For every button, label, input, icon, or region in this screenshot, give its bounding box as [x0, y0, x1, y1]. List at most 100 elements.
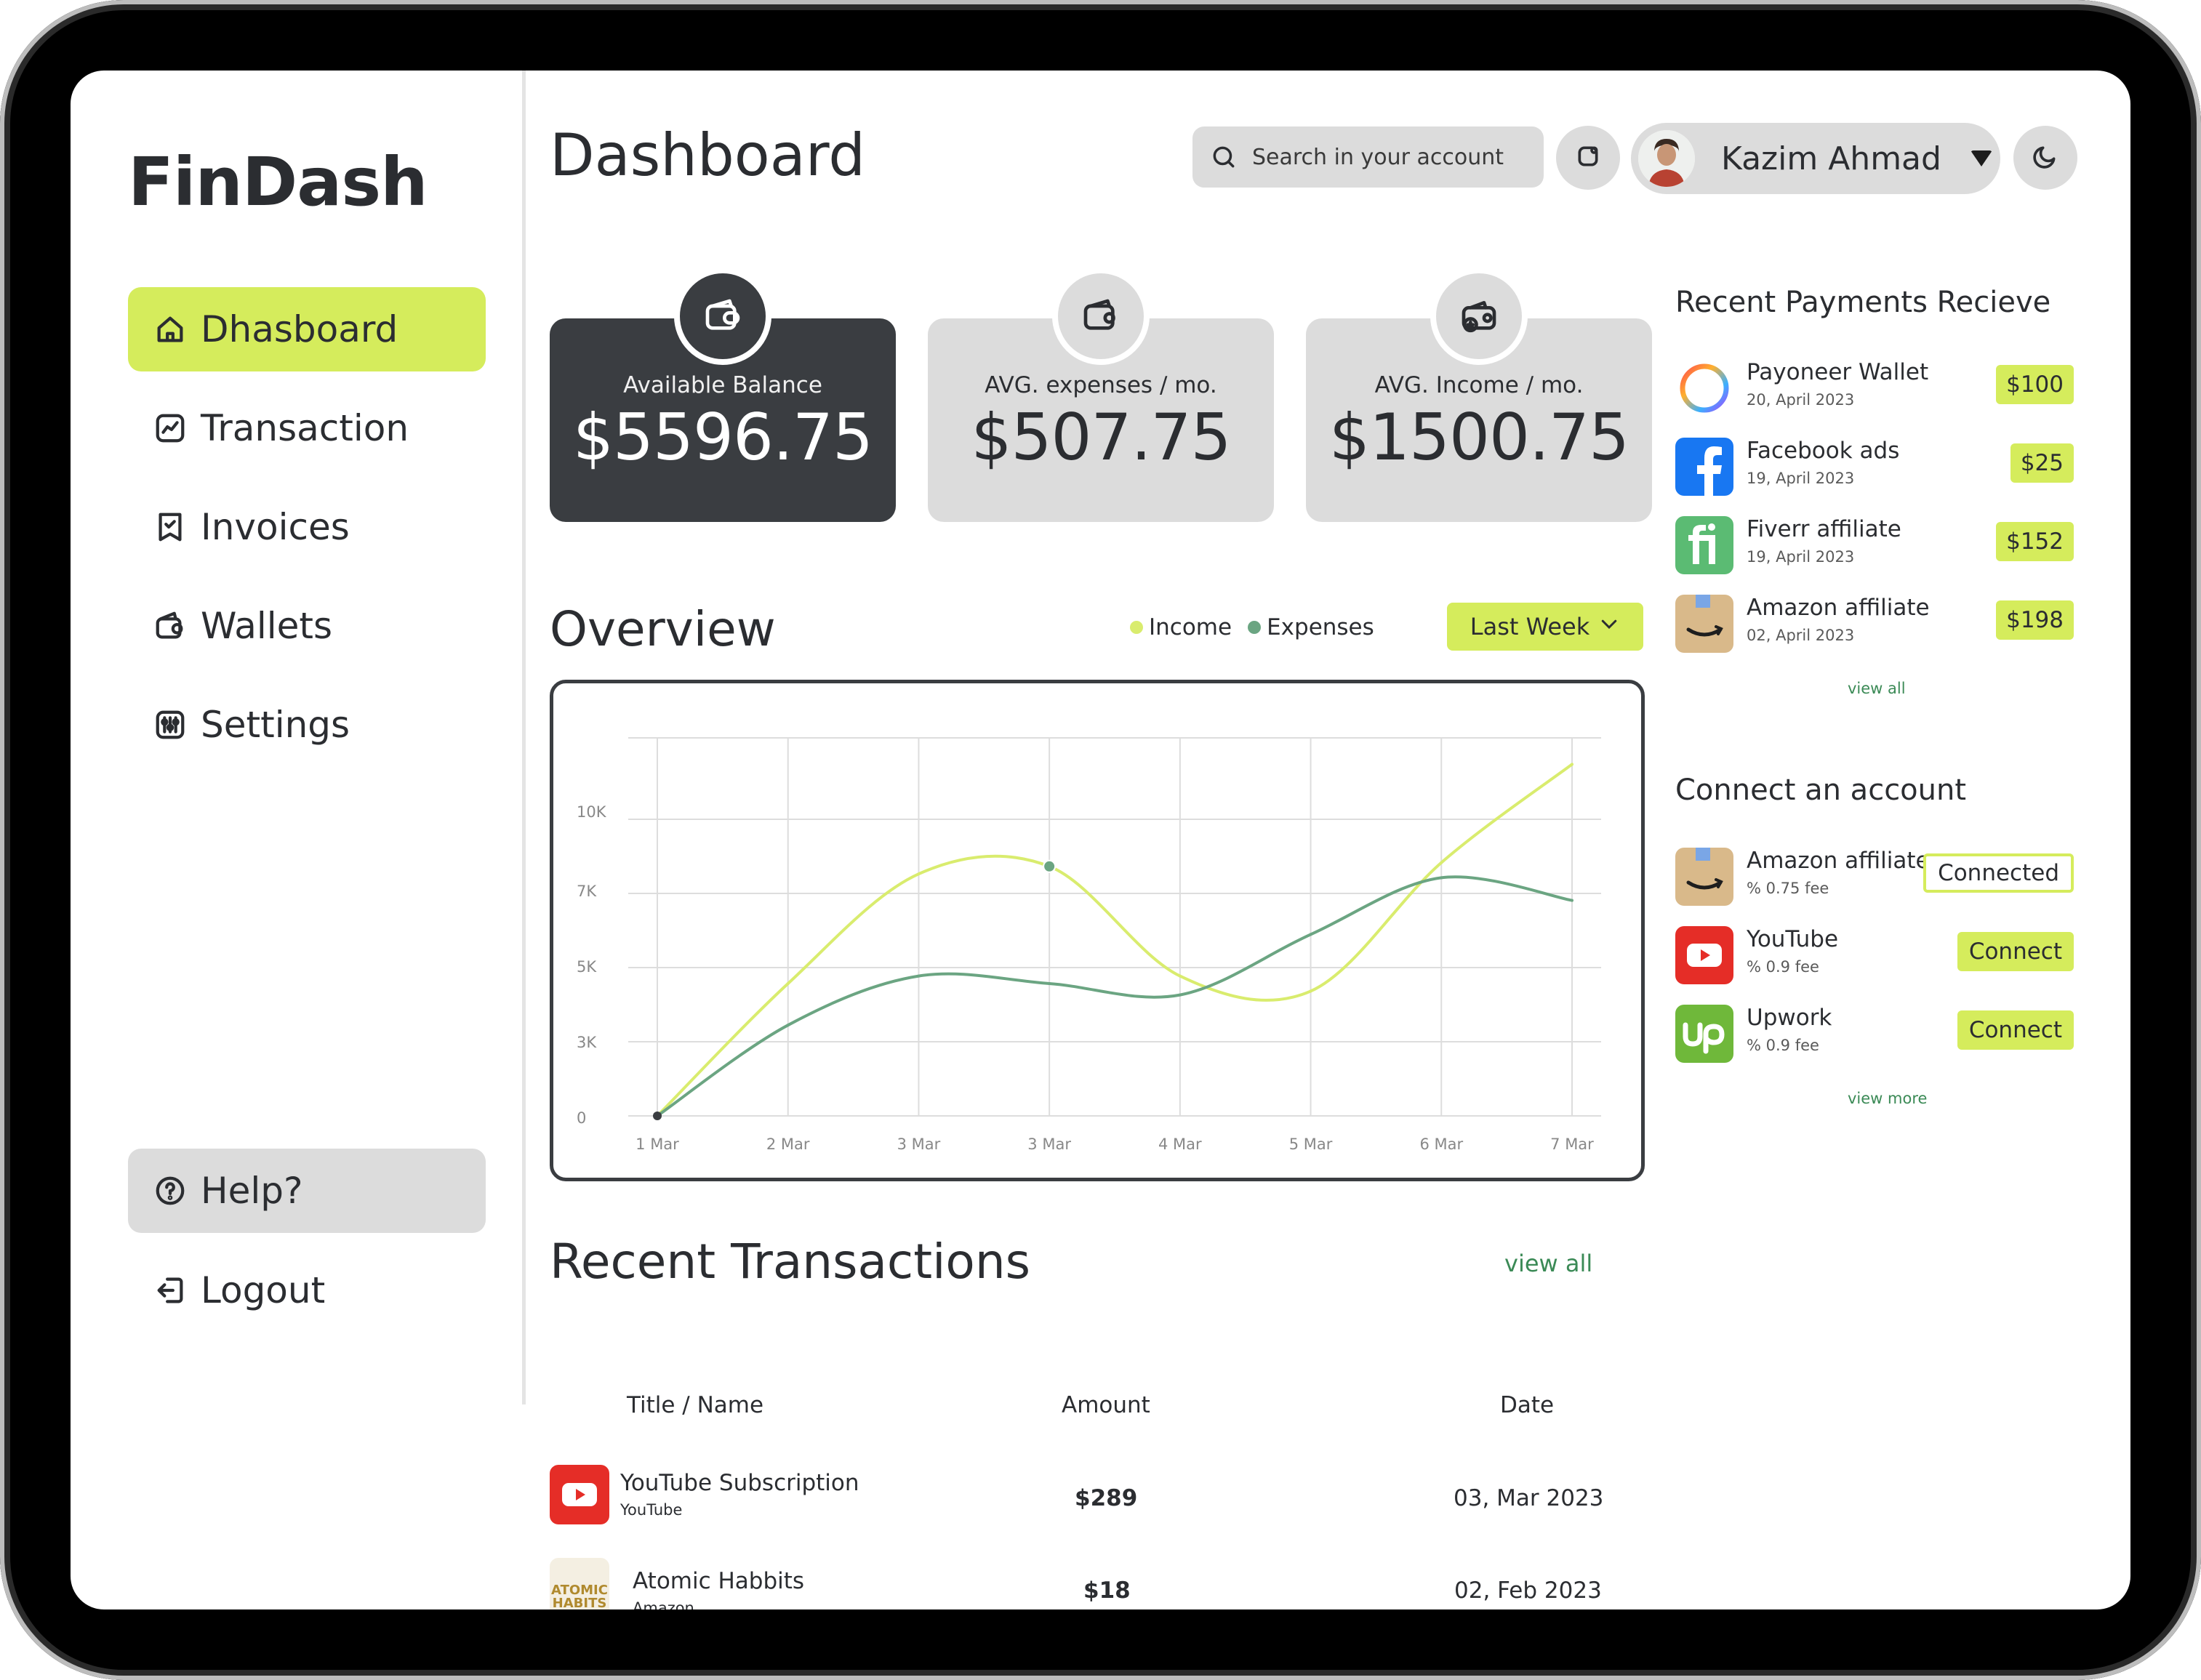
- column-header-date: Date: [1500, 1392, 1555, 1418]
- payment-row[interactable]: Fiverr affiliate 19, April 2023 $152: [1675, 513, 2074, 576]
- fiverr-icon: [1675, 516, 1733, 574]
- payment-row[interactable]: Facebook ads 19, April 2023 $25: [1675, 435, 2074, 497]
- connect-name: Amazon affiliate: [1747, 848, 1930, 874]
- payments-view-all-link[interactable]: view all: [1848, 680, 1906, 697]
- search-placeholder: Search in your account: [1252, 144, 1504, 170]
- payment-row[interactable]: Amazon affiliate 02, April 2023 $198: [1675, 592, 2074, 654]
- column-header-title: Title / Name: [627, 1392, 764, 1418]
- sidebar-item-transaction[interactable]: Transaction: [128, 386, 486, 470]
- x-tick-label: 6 Mar: [1419, 1136, 1463, 1153]
- recent-payments-title: Recent Payments Recieve: [1675, 286, 2051, 319]
- help-button[interactable]: Help?: [128, 1149, 486, 1233]
- data-point-expenses: [1571, 899, 1573, 902]
- stat-label: AVG. Income / mo.: [1374, 372, 1584, 398]
- chevron-down-icon: [1598, 613, 1620, 640]
- transaction-date: 02, Feb 2023: [1454, 1577, 1602, 1604]
- connected-button[interactable]: Connected: [1923, 853, 2074, 893]
- app-screen: FinDash Dhasboard Transaction Invoices W…: [71, 71, 2130, 1609]
- wallet-icon: [148, 604, 192, 648]
- payment-name: Amazon affiliate: [1747, 595, 1930, 621]
- transaction-name: Atomic Habbits: [633, 1568, 805, 1594]
- help-label: Help?: [201, 1170, 303, 1212]
- data-point-expenses: [917, 974, 921, 978]
- upwork-icon: [1675, 1005, 1733, 1063]
- chart-icon: [148, 406, 192, 450]
- sidebar-item-label: Wallets: [201, 605, 333, 647]
- stat-label: AVG. expenses / mo.: [985, 372, 1217, 398]
- avatar: [1638, 130, 1695, 187]
- logout-button[interactable]: Logout: [128, 1248, 486, 1333]
- book-cover-icon: ATOMIC HABITS: [550, 1558, 609, 1609]
- connect-button[interactable]: Connect: [1957, 932, 2074, 971]
- stat-card-expenses: AVG. expenses / mo. $507.75: [928, 268, 1274, 522]
- data-point-expenses: [1048, 982, 1051, 985]
- transaction-name: YouTube Subscription: [620, 1470, 859, 1496]
- connect-fee: % 0.9 fee: [1747, 958, 1819, 976]
- sidebar-item-label: Dhasboard: [201, 308, 398, 350]
- facebook-icon: [1675, 438, 1733, 496]
- transaction-source: YouTube: [620, 1501, 683, 1519]
- payment-row[interactable]: Payoneer Wallet 20, April 2023 $100: [1675, 356, 2074, 419]
- payment-amount: $198: [1996, 600, 2074, 640]
- connect-view-more-link[interactable]: view more: [1848, 1090, 1927, 1107]
- data-point-income: [1571, 763, 1573, 766]
- connect-button[interactable]: Connect: [1957, 1010, 2074, 1050]
- connect-fee: % 0.75 fee: [1747, 880, 1829, 897]
- payment-amount: $152: [1996, 522, 2074, 561]
- sidebar-item-settings[interactable]: Settings: [128, 683, 486, 767]
- sidebar-item-label: Invoices: [201, 506, 350, 548]
- tablet-frame: FinDash Dhasboard Transaction Invoices W…: [0, 0, 2201, 1680]
- search-icon: [1210, 141, 1242, 173]
- chevron-down-icon: [1970, 150, 1992, 166]
- sidebar-item-invoices[interactable]: Invoices: [128, 485, 486, 569]
- notification-button[interactable]: [1556, 126, 1620, 190]
- sidebar-item-wallets[interactable]: Wallets: [128, 584, 486, 668]
- theme-toggle-button[interactable]: [2013, 126, 2077, 190]
- payment-amount: $25: [2010, 443, 2074, 483]
- amazon-icon: [1675, 595, 1733, 653]
- connect-row: Upwork % 0.9 fee Connect: [1675, 1002, 2074, 1064]
- y-tick-label: 5K: [577, 958, 597, 976]
- sidebar-item-label: Transaction: [201, 407, 409, 449]
- x-tick-label: 3 Mar: [897, 1136, 941, 1153]
- transaction-date: 03, Mar 2023: [1454, 1485, 1604, 1511]
- y-tick-label: 0: [577, 1109, 586, 1127]
- moon-icon: [2031, 142, 2060, 174]
- x-tick-label: 2 Mar: [766, 1136, 810, 1153]
- wallet-add-icon: [1430, 268, 1528, 365]
- connect-name: Upwork: [1747, 1005, 1832, 1031]
- transactions-view-all-link[interactable]: view all: [1504, 1250, 1592, 1277]
- search-input[interactable]: Search in your account: [1192, 126, 1544, 188]
- connect-row: YouTube % 0.9 fee Connect: [1675, 923, 2074, 986]
- logout-label: Logout: [201, 1269, 326, 1311]
- overview-title: Overview: [550, 601, 776, 657]
- x-tick-label: 1 Mar: [636, 1136, 679, 1153]
- home-icon: [148, 308, 192, 351]
- payoneer-icon: [1675, 359, 1733, 417]
- connect-account-title: Connect an account: [1675, 773, 1967, 807]
- book-cover-text: ATOMIC HABITS: [551, 1583, 608, 1610]
- user-name: Kazim Ahmad: [1721, 140, 1941, 177]
- wallet-icon: [674, 268, 771, 365]
- legend-expenses: Expenses: [1267, 614, 1374, 640]
- data-point-expenses: [1309, 933, 1312, 936]
- range-label: Last Week: [1470, 613, 1590, 640]
- overview-chart: 0 3K 5K 7K 10K 1 Mar 2 Mar 3 Mar 3 Mar 4 Mar 5 Mar…: [550, 680, 1645, 1181]
- y-tick-label: 7K: [577, 883, 597, 900]
- data-point-income: [786, 982, 790, 985]
- sidebar-item-dashboard[interactable]: Dhasboard: [128, 287, 486, 371]
- x-tick-label: 7 Mar: [1550, 1136, 1594, 1153]
- data-point-income: [917, 872, 921, 876]
- data-point-income: [1309, 989, 1312, 993]
- invoice-icon: [148, 505, 192, 549]
- range-dropdown[interactable]: Last Week: [1447, 603, 1643, 651]
- series-line-income: [656, 763, 1573, 1117]
- user-menu[interactable]: Kazim Ahmad: [1631, 123, 2000, 194]
- sidebar-item-label: Settings: [201, 704, 350, 746]
- stat-card-income: AVG. Income / mo. $1500.75: [1306, 268, 1652, 522]
- data-point-income: [1178, 974, 1182, 978]
- data-point-expenses: [1440, 876, 1443, 880]
- payment-name: Payoneer Wallet: [1747, 359, 1929, 385]
- transaction-amount: $18: [1083, 1577, 1131, 1604]
- data-point-expenses: [786, 1024, 790, 1027]
